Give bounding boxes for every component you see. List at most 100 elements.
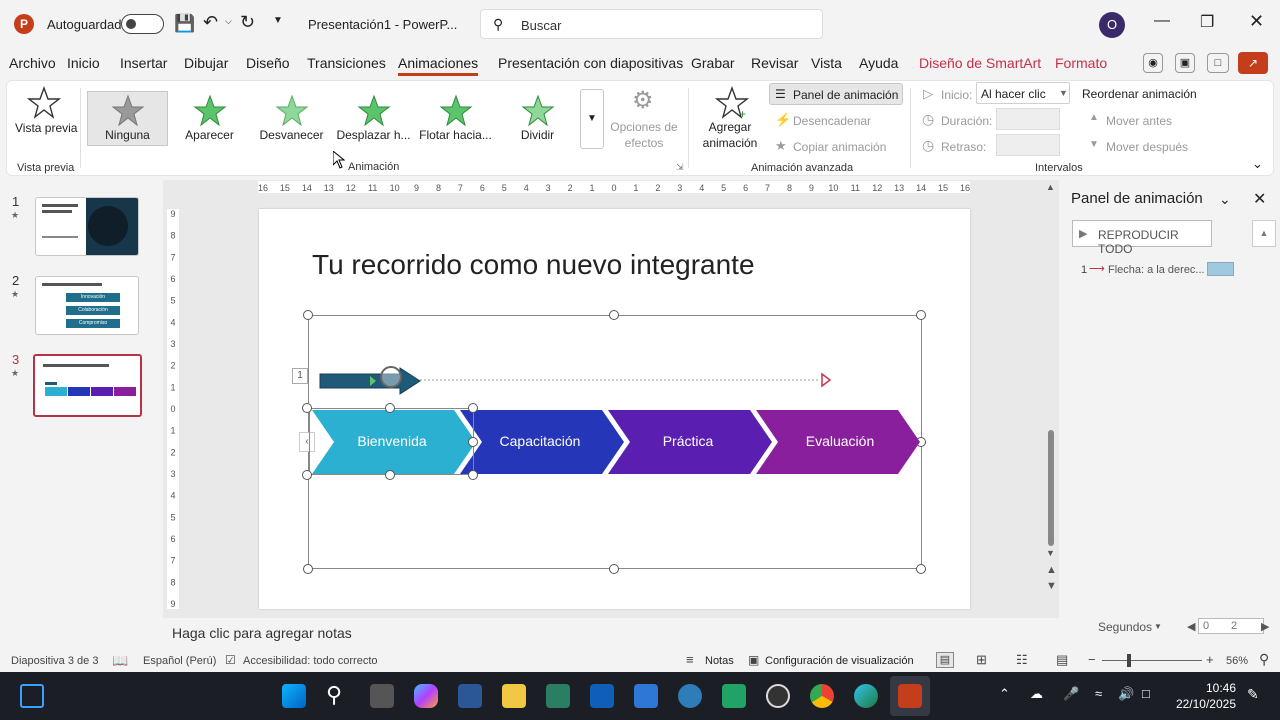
timeline-left-icon[interactable]: ◀ bbox=[1187, 620, 1195, 633]
battery-icon[interactable]: □ bbox=[1142, 686, 1150, 701]
slideshow-icon[interactable]: ▤ bbox=[1056, 652, 1068, 668]
app-icon[interactable] bbox=[546, 684, 570, 708]
tab-revisar[interactable]: Revisar bbox=[751, 55, 798, 71]
search-input[interactable]: Buscar bbox=[521, 18, 561, 33]
resize-handle[interactable] bbox=[303, 310, 313, 320]
tab-diseno-smartart[interactable]: Diseño de SmartArt bbox=[919, 55, 1041, 71]
close-pane-icon[interactable]: ✕ bbox=[1253, 189, 1266, 209]
tab-insertar[interactable]: Insertar bbox=[120, 55, 167, 71]
language-label[interactable]: Español (Perú) bbox=[143, 655, 216, 667]
tab-vista[interactable]: Vista bbox=[811, 55, 842, 71]
undo-icon[interactable]: ↶ bbox=[203, 12, 218, 33]
trigger-button[interactable]: Desencadenar bbox=[793, 114, 871, 128]
undo-dropdown-icon[interactable]: ⌵ bbox=[225, 16, 232, 27]
slide-thumbnail-1[interactable] bbox=[35, 197, 139, 256]
teams-icon[interactable]: ▣ bbox=[1175, 53, 1195, 73]
slide-thumbnail-3[interactable] bbox=[33, 354, 142, 417]
resize-handle[interactable] bbox=[609, 564, 619, 574]
scrollbar-thumb[interactable] bbox=[1048, 430, 1054, 546]
search-box[interactable]: ⚲ Buscar bbox=[480, 9, 823, 39]
delay-spinner[interactable] bbox=[996, 134, 1060, 156]
timeline-scale[interactable]: 0 2 bbox=[1198, 618, 1264, 634]
document-title[interactable]: Presentación1 - PowerP... bbox=[308, 17, 457, 32]
display-settings-button[interactable]: Configuración de visualización bbox=[765, 655, 914, 667]
collapse-ribbon-icon[interactable]: ⌄ bbox=[1252, 156, 1263, 172]
gallery-more-icon[interactable]: ▼ bbox=[580, 89, 604, 149]
scroll-up-icon[interactable]: ▲ bbox=[1046, 182, 1055, 192]
scroll-down-icon[interactable]: ▼ bbox=[1046, 548, 1055, 558]
seconds-dropdown-icon[interactable]: ▼ bbox=[1154, 622, 1162, 631]
slide-counter[interactable]: Diapositiva 3 de 3 bbox=[11, 655, 98, 667]
resize-handle[interactable] bbox=[303, 564, 313, 574]
notifications-icon[interactable]: ✎ bbox=[1247, 686, 1259, 703]
tray-overflow-icon[interactable]: ⌃ bbox=[999, 686, 1010, 702]
preview-button[interactable]: Vista previa bbox=[15, 121, 77, 135]
notes-placeholder[interactable]: Haga clic para agregar notas bbox=[172, 625, 352, 641]
animation-list-item[interactable]: 1 ⟶ Flecha: a la derec... bbox=[1071, 260, 1251, 280]
close-icon[interactable]: ✕ bbox=[1249, 11, 1264, 32]
app-icon[interactable] bbox=[722, 684, 746, 708]
resize-handle[interactable] bbox=[385, 470, 395, 480]
animation-timing-bar[interactable] bbox=[1207, 262, 1234, 276]
tab-diseno[interactable]: Diseño bbox=[246, 55, 290, 71]
tab-formato[interactable]: Formato bbox=[1055, 55, 1107, 71]
resize-handle[interactable] bbox=[468, 403, 478, 413]
powerpoint-taskbar-icon[interactable] bbox=[898, 684, 922, 708]
notes-toggle[interactable]: Notas bbox=[705, 655, 734, 667]
notes-pane[interactable]: Haga clic para agregar notas bbox=[163, 620, 1059, 646]
avatar[interactable]: O bbox=[1099, 12, 1125, 38]
normal-view-icon[interactable]: ▤ bbox=[936, 652, 954, 668]
resize-handle[interactable] bbox=[916, 310, 926, 320]
move-earlier-button[interactable]: Mover antes bbox=[1106, 114, 1172, 128]
share-icon[interactable]: ↗ bbox=[1238, 52, 1268, 74]
animation-dialog-launcher-icon[interactable]: ⇲ bbox=[676, 162, 684, 173]
slide-title[interactable]: Tu recorrido como nuevo integrante bbox=[312, 249, 755, 281]
resize-handle[interactable] bbox=[468, 437, 478, 447]
resize-handle[interactable] bbox=[916, 564, 926, 574]
autosave-toggle[interactable] bbox=[121, 14, 164, 34]
tab-animaciones[interactable]: Animaciones bbox=[398, 55, 479, 76]
slide-sorter-icon[interactable]: ⊞ bbox=[976, 652, 987, 668]
comments-icon[interactable]: □ bbox=[1207, 53, 1229, 73]
app-icon[interactable] bbox=[678, 684, 702, 708]
resize-handle[interactable] bbox=[302, 403, 312, 413]
effect-options-button[interactable]: Opciones de efectos bbox=[605, 119, 683, 151]
volume-icon[interactable]: 🔊 bbox=[1118, 686, 1134, 702]
seconds-label[interactable]: Segundos bbox=[1098, 620, 1152, 634]
effect-desvanecer[interactable]: Desvanecer bbox=[251, 128, 332, 142]
minimize-icon[interactable]: — bbox=[1154, 12, 1170, 30]
zoom-slider[interactable] bbox=[1102, 660, 1202, 661]
save-icon[interactable]: 💾 bbox=[174, 14, 195, 34]
play-all-button[interactable]: ▶ REPRODUCIR TODO bbox=[1072, 220, 1212, 256]
right-arrow-shape[interactable] bbox=[318, 366, 422, 396]
tab-transiciones[interactable]: Transiciones bbox=[307, 55, 386, 71]
effect-aparecer[interactable]: Aparecer bbox=[169, 128, 250, 142]
tab-grabar[interactable]: Grabar bbox=[691, 55, 735, 71]
accessibility-status[interactable]: Accesibilidad: todo correcto bbox=[243, 655, 378, 667]
copilot-icon[interactable] bbox=[414, 684, 438, 708]
previous-slide-icon[interactable]: ▲ bbox=[1046, 564, 1057, 576]
widgets-icon[interactable] bbox=[20, 684, 44, 708]
tab-archivo[interactable]: Archivo bbox=[9, 55, 56, 71]
clock-date[interactable]: 22/10/2025 bbox=[1156, 697, 1236, 711]
spellcheck-icon[interactable]: 📖 bbox=[112, 653, 128, 669]
copy-animation-button[interactable]: Copiar animación bbox=[793, 140, 886, 154]
customize-toolbar-icon[interactable]: ▼ bbox=[273, 15, 283, 26]
effect-desplazar[interactable]: Desplazar h... bbox=[333, 128, 414, 142]
slide-thumbnail-2[interactable]: Innovación Colaboración Compromiso bbox=[35, 276, 139, 335]
effect-dividir[interactable]: Dividir bbox=[497, 128, 578, 142]
fit-slide-icon[interactable]: ⚲ bbox=[1259, 651, 1269, 668]
chrome-icon[interactable] bbox=[810, 684, 834, 708]
tab-ayuda[interactable]: Ayuda bbox=[859, 55, 898, 71]
chevron-label-evaluacion[interactable]: Evaluación bbox=[778, 433, 902, 449]
resize-handle[interactable] bbox=[468, 470, 478, 480]
rotate-handle-icon[interactable] bbox=[380, 366, 402, 388]
zoom-out-icon[interactable]: − bbox=[1088, 652, 1096, 667]
calculator-icon[interactable] bbox=[458, 684, 482, 708]
redo-icon[interactable]: ↻ bbox=[240, 12, 255, 33]
effect-flotar[interactable]: Flotar hacia... bbox=[415, 128, 496, 142]
restore-icon[interactable]: ❐ bbox=[1200, 12, 1214, 32]
animation-panel-button[interactable]: ☰ Panel de animación bbox=[769, 83, 903, 105]
tab-inicio[interactable]: Inicio bbox=[67, 55, 100, 71]
taskbar-search-icon[interactable]: ⚲ bbox=[326, 682, 342, 708]
